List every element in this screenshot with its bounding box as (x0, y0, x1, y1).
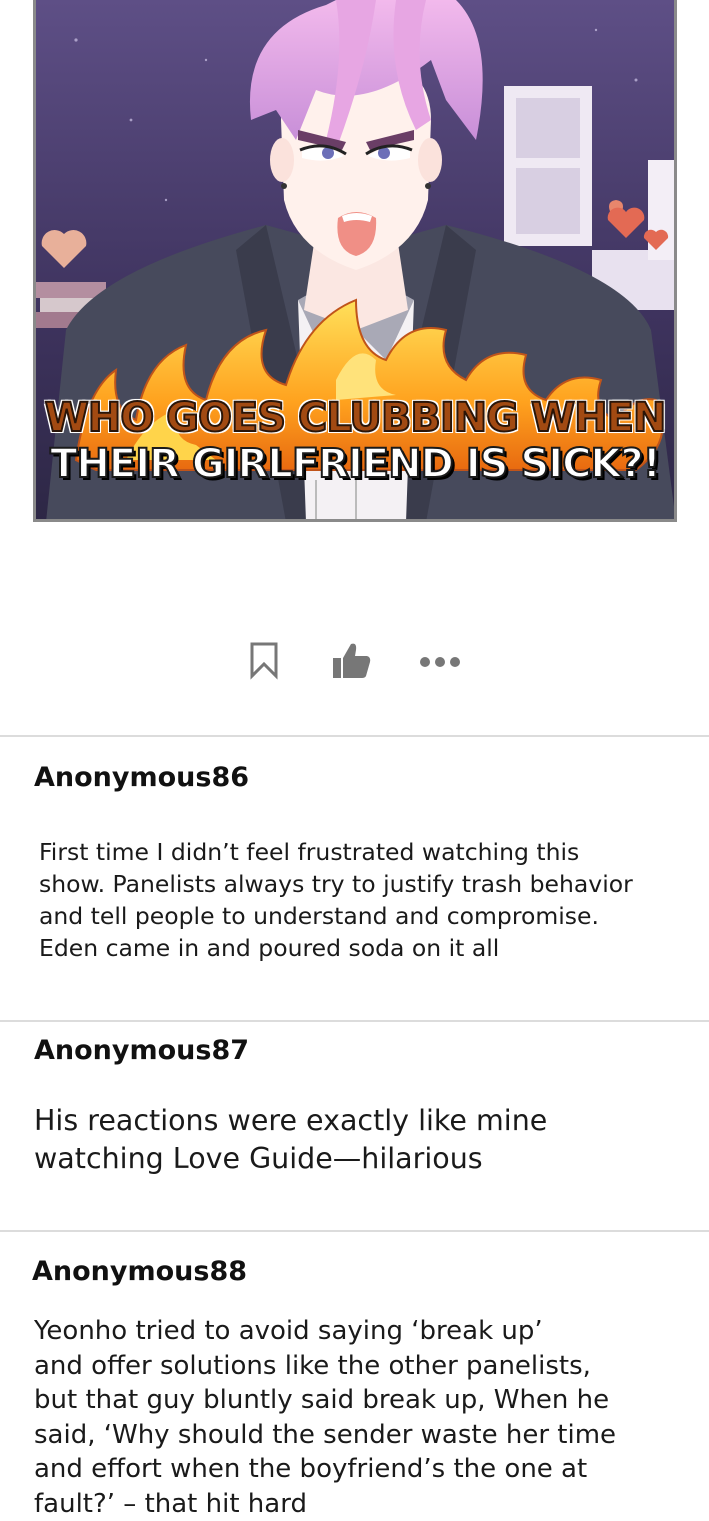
comment-text: First time I didn’t feel frustrated watc… (39, 838, 633, 962)
comment-text: Yeonho tried to avoid saying ‘break up’ … (34, 1316, 617, 1519)
comment-text: His reactions were exactly like mine wat… (34, 1104, 548, 1175)
bookmark-icon[interactable] (248, 640, 280, 684)
panel-caption-line1: WHO GOES CLUBBING WHEN (44, 395, 668, 441)
comment-username: Anonymous87 (34, 1035, 250, 1066)
comment-username: Anonymous86 (34, 762, 250, 793)
panel-caption-line2: THEIR GIRLFRIEND IS SICK?! (49, 441, 662, 487)
comic-panel: WHO GOES CLUBBING WHEN THEIR GIRLFRIEND … (33, 0, 677, 522)
more-options-icon[interactable] (418, 654, 462, 673)
comment-username: Anonymous88 (32, 1256, 248, 1287)
divider (0, 1230, 709, 1232)
divider (0, 1020, 709, 1022)
thumbs-up-icon[interactable] (331, 640, 373, 686)
divider (0, 735, 709, 737)
action-bar (0, 640, 709, 694)
